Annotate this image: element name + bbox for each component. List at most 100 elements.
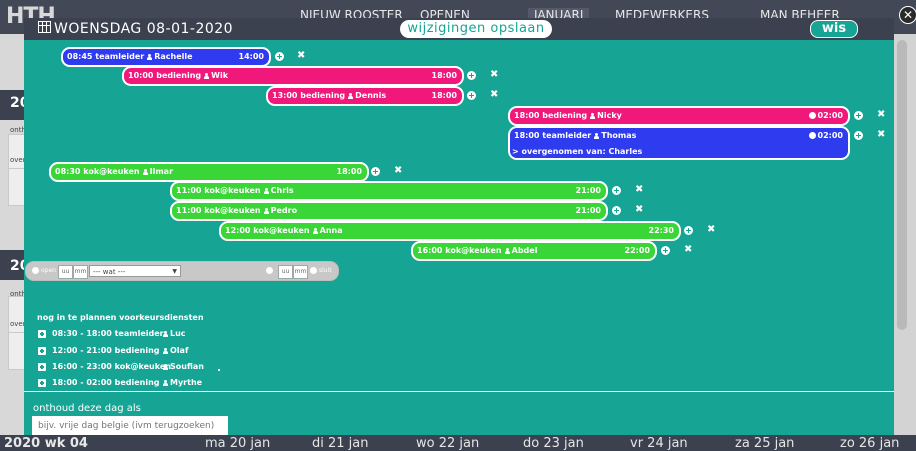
shift-person: Anna [319,226,343,235]
user-icon [163,331,168,337]
shift-type-select[interactable]: --- wat --- ▼ [89,265,181,277]
start-hour-input[interactable]: uu [58,265,73,279]
day-header[interactable]: zo 26 jan [840,436,899,451]
delete-shift-icon[interactable]: ✖ [877,110,885,120]
open-toggle[interactable]: open [41,267,56,274]
add-shift-icon[interactable] [275,52,284,61]
sluit-toggle[interactable]: sluit [319,267,332,274]
preference-time: 08:30 - 18:00 teamleider [52,329,164,338]
delete-shift-icon[interactable]: ✖ [490,90,498,100]
shift-end-time: 14:00 [238,52,264,61]
shift-person: Abdel [511,246,538,255]
clear-button[interactable]: wis [810,20,858,38]
user-icon [312,228,318,234]
start-minute-input[interactable]: mm [73,265,88,279]
shift-label: 18:00 bediening [514,111,588,120]
shift-person: Ilmar [149,167,174,176]
close-icon[interactable]: ✕ [899,6,916,24]
add-shift-icon[interactable] [661,246,670,255]
shift-end-time: 18:00 [336,167,362,176]
shift-label: 08:30 kok@keuken [55,167,140,176]
user-icon [348,93,354,99]
shift-label: 16:00 kok@keuken [417,246,502,255]
add-shift-icon[interactable] [612,186,621,195]
chevron-down-icon: ▼ [172,268,177,275]
shift-person: Thomas [601,131,637,140]
save-changes-button[interactable]: wijzigingen opslaan [400,20,552,38]
delete-shift-icon[interactable]: ✖ [490,70,498,80]
day-header[interactable]: di 21 jan [312,436,369,451]
end-minute-input[interactable]: mm [293,265,308,279]
add-shift-icon[interactable] [684,226,693,235]
delete-shift-icon[interactable]: ✖ [635,185,643,195]
add-shift-icon[interactable] [612,206,621,215]
end-hour-input[interactable]: uu [278,265,293,279]
add-icon[interactable] [38,347,46,355]
page-scrollbar[interactable] [897,40,907,330]
shift-bar[interactable]: 12:00 kok@keuken Anna 22:30 [219,221,681,241]
add-icon[interactable] [38,330,46,338]
delete-shift-icon[interactable]: ✖ [297,51,305,61]
user-icon [147,54,153,60]
shift-end-time: 02:00 [817,111,843,120]
user-icon [163,348,168,354]
shift-end-time: 22:00 [624,246,650,255]
preference-person: Olaf [170,346,189,355]
shift-person: Rachelle [154,52,193,61]
shift-bar[interactable]: 16:00 kok@keuken Abdel 22:00 [411,241,657,261]
modal-header: WOENSDAG 08-01-2020 wijzigingen opslaan … [24,18,894,40]
shift-bar[interactable]: 11:00 kok@keuken Chris 21:00 [170,181,608,201]
day-header[interactable]: za 25 jan [735,436,794,451]
preference-person: Myrthe [170,378,203,387]
day-header[interactable]: do 23 jan [523,436,584,451]
preference-time: 12:00 - 21:00 bediening [52,346,160,355]
add-shift-icon[interactable] [854,111,863,120]
delete-shift-icon[interactable]: ✖ [684,245,692,255]
delete-shift-icon[interactable]: ✖ [877,130,885,140]
user-icon [163,364,168,370]
shift-bar[interactable]: 13:00 bediening Dennis 18:00 [266,86,464,106]
user-icon [142,169,148,175]
add-shift-icon[interactable] [854,131,863,140]
key-icon [310,267,317,274]
add-shift-icon[interactable] [371,167,380,176]
day-header[interactable]: ma 20 jan [205,436,270,451]
shift-label: 11:00 kok@keuken [176,186,261,195]
delete-shift-icon[interactable]: ✖ [707,225,715,235]
dot-marker [218,369,220,371]
add-icon[interactable] [38,379,46,387]
remember-day-input[interactable] [32,416,228,435]
add-shift-icon[interactable] [467,71,476,80]
shift-label: 10:00 bediening [128,71,202,80]
user-icon [594,133,600,139]
shift-bar[interactable]: 11:00 kok@keuken Pedro 21:00 [170,201,608,221]
preference-person: Luc [170,329,186,338]
delete-shift-icon[interactable]: ✖ [394,166,402,176]
preference-time: 16:00 - 23:00 kok@keuken [52,362,171,371]
shift-bar[interactable]: 08:45 teamleider Rachelle 14:00 [61,47,271,67]
shift-person: Chris [270,186,294,195]
shift-person: Nicky [597,111,622,120]
add-shift-icon[interactable] [467,91,476,100]
user-icon [163,380,168,386]
day-header[interactable]: vr 24 jan [630,436,688,451]
shift-label: 12:00 kok@keuken [225,226,310,235]
user-icon [504,248,510,254]
shift-person: Wik [211,71,229,80]
user-icon [263,188,269,194]
shift-bar[interactable]: 08:30 kok@keuken Ilmar 18:00 [49,162,369,182]
add-icon[interactable] [38,363,46,371]
shift-bar[interactable]: 10:00 bediening Wik 18:00 [122,66,464,86]
shift-bar[interactable]: 18:00 teamleider Thomas 02:00 > overgenom… [508,126,850,160]
shift-label: 08:45 teamleider [67,52,145,61]
day-header[interactable]: wo 22 jan [416,436,479,451]
shift-end-time: 02:00 [817,131,843,140]
user-icon [204,73,210,79]
shift-bar[interactable]: 18:00 bediening Nicky 02:00 [508,106,850,126]
preference-person: Soufian [170,362,204,371]
delete-shift-icon[interactable]: ✖ [635,205,643,215]
calendar-icon [38,21,51,33]
shift-end-time: 21:00 [575,186,601,195]
shift-takeover-note: > overgenomen van: Charles [512,147,643,156]
shift-end-time: 18:00 [431,91,457,100]
